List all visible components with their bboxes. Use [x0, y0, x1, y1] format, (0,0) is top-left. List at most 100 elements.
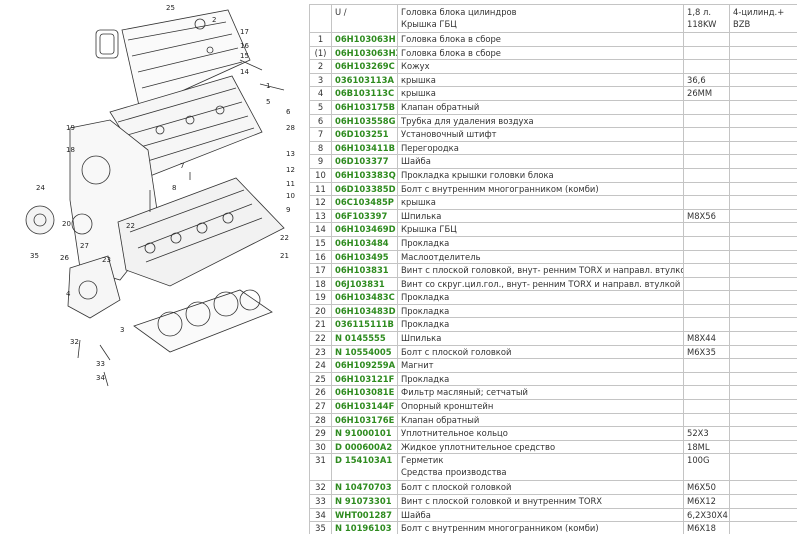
parts-table-panel: U / Головка блока цилиндров Крышка ГБЦ 1…	[309, 4, 797, 534]
row-extra	[729, 344, 797, 360]
table-row: 25 06H103121F Прокладка	[309, 371, 797, 387]
row-note	[683, 99, 730, 115]
row-desc: Клапан обратный	[397, 99, 684, 115]
row-num: 14	[309, 222, 332, 237]
part-number-link[interactable]: 06C103485P	[331, 195, 398, 210]
part-number-link[interactable]: 06H103176E	[331, 412, 398, 428]
part-number-link[interactable]: 06H103469D	[331, 222, 398, 237]
row-desc: Шпилька	[397, 331, 684, 346]
callout-label: 24	[36, 184, 45, 192]
part-number-link[interactable]: WHT001287	[331, 507, 398, 523]
row-desc: Винт со скруг.цил.гол., внут- ренним TOR…	[397, 276, 684, 292]
row-desc: Прокладка	[397, 303, 684, 319]
part-number-link[interactable]: 06H103495	[331, 249, 398, 265]
part-number-link[interactable]: 06B103113C	[331, 86, 398, 101]
row-desc: Опорный кронштейн	[397, 399, 684, 414]
part-number-link[interactable]: 06H109259A	[331, 358, 398, 373]
callout-label: 22	[126, 222, 135, 230]
row-extra	[729, 276, 797, 292]
row-desc-line: Шайба	[401, 156, 431, 167]
part-number-link[interactable]: N 10470703	[331, 480, 398, 495]
row-note: 26MM	[683, 86, 730, 101]
row-extra	[729, 507, 797, 523]
table-row: 30 D 000600A2 Жидкое уплотнительное средст…	[309, 439, 797, 455]
row-desc-line: Винт со скруг.цил.гол., внут- ренним TOR…	[401, 278, 681, 289]
header-extra-line: BZB	[733, 19, 751, 29]
part-number-link[interactable]: 06H103484	[331, 235, 398, 251]
row-note	[683, 290, 730, 305]
callout-label: 33	[96, 360, 105, 368]
row-note	[683, 303, 730, 319]
row-desc-line: Прокладка крышки головки блока	[401, 169, 554, 180]
row-desc: Жидкое уплотнительное средство	[397, 439, 684, 455]
part-number-link[interactable]: D 000600A2	[331, 439, 398, 455]
row-note	[683, 317, 730, 333]
callout-label: 27	[80, 242, 89, 250]
row-extra	[729, 195, 797, 210]
row-desc-line: Шпилька	[401, 333, 442, 344]
callout-label: 15	[240, 52, 249, 60]
row-num: 33	[309, 494, 332, 509]
row-note	[683, 167, 730, 183]
part-number-link[interactable]: N 0145555	[331, 331, 398, 346]
part-number-link[interactable]: 06D103251	[331, 127, 398, 142]
row-extra	[729, 235, 797, 251]
part-number-link[interactable]: 06H103483C	[331, 290, 398, 305]
part-number-link[interactable]: 06H103063HX	[331, 45, 398, 61]
part-number-link[interactable]: 06H103081E	[331, 385, 398, 401]
row-note	[683, 222, 730, 237]
table-row: 24 06H109259A Магнит	[309, 358, 797, 373]
part-number-link[interactable]: 036115111B	[331, 317, 398, 333]
table-row: 1 06H103063H Головка блока в сборе	[309, 32, 797, 47]
part-number-link[interactable]: N 10196103	[331, 521, 398, 534]
part-number-link[interactable]: N 91000101	[331, 426, 398, 441]
row-desc-line: крышка	[401, 74, 436, 85]
row-desc: Кожух	[397, 59, 684, 74]
table-row: 19 06H103483C Прокладка	[309, 290, 797, 305]
part-number-link[interactable]: N 91073301	[331, 494, 398, 509]
row-num: (1)	[309, 45, 332, 61]
callout-label: 6	[286, 108, 291, 116]
part-number-link[interactable]: 06D103385D	[331, 181, 398, 197]
part-number-link[interactable]: D 154103A1	[331, 453, 398, 482]
part-number-link[interactable]: 06H103383Q	[331, 167, 398, 183]
part-number-link[interactable]: 06J103831	[331, 276, 398, 292]
part-number-link[interactable]: 06D103377	[331, 154, 398, 169]
row-desc-line: Опорный кронштейн	[401, 401, 494, 412]
row-extra	[729, 290, 797, 305]
header-note-line: 118KW	[687, 19, 717, 29]
row-note: M6X50	[683, 480, 730, 495]
part-number-link[interactable]: 06H103831	[331, 263, 398, 278]
row-extra	[729, 521, 797, 534]
part-number-link[interactable]: N 10554005	[331, 344, 398, 360]
row-num: 6	[309, 113, 332, 129]
part-number-link[interactable]: 036103113A	[331, 72, 398, 88]
row-note	[683, 127, 730, 142]
header-num	[309, 4, 332, 33]
table-row: 6 06H103558G Трубка для удаления воздуха	[309, 113, 797, 129]
row-note	[683, 385, 730, 401]
table-row: 27 06H103144F Опорный кронштейн	[309, 399, 797, 414]
row-num: 31	[309, 453, 332, 482]
table-row: 5 06H103175B Клапан обратный	[309, 99, 797, 115]
row-num: 19	[309, 290, 332, 305]
table-row: 35 N 10196103 Болт с внутренним многогранн…	[309, 521, 797, 534]
part-number-link[interactable]: 06H103175B	[331, 99, 398, 115]
table-row: 2 06H103269C Кожух	[309, 59, 797, 74]
part-number-link[interactable]: 06H103121F	[331, 371, 398, 387]
row-desc: Шпилька	[397, 208, 684, 224]
part-number-link[interactable]: 06H103411B	[331, 140, 398, 156]
part-number-link[interactable]: 06H103063H	[331, 32, 398, 47]
header-extra: 4-цилинд.+ BZB	[729, 4, 797, 33]
table-row: 23 N 10554005 Болт с плоской головкой M6X35	[309, 344, 797, 360]
row-extra	[729, 263, 797, 278]
row-desc: Герметик Средства производства	[397, 453, 684, 482]
part-number-link[interactable]: 06F103397	[331, 208, 398, 224]
row-note	[683, 412, 730, 428]
row-extra	[729, 208, 797, 224]
part-number-link[interactable]: 06H103269C	[331, 59, 398, 74]
part-number-link[interactable]: 06H103144F	[331, 399, 398, 414]
table-row: 16 06H103495 Маслоотделитель	[309, 249, 797, 265]
part-number-link[interactable]: 06H103558G	[331, 113, 398, 129]
part-number-link[interactable]: 06H103483D	[331, 303, 398, 319]
